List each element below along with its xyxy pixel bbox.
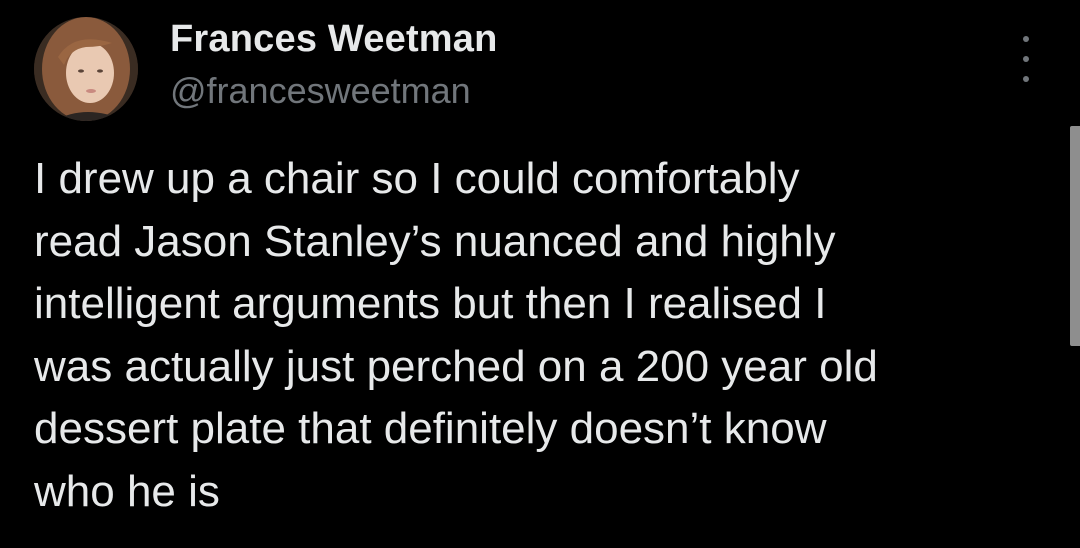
more-options-icon-dot: [1023, 76, 1029, 82]
tweet-text: I drew up a chair so I could comfortably…: [34, 154, 878, 516]
avatar[interactable]: [34, 17, 138, 121]
tweet-card: Frances Weetman @francesweetman I drew u…: [0, 0, 1080, 548]
profile-photo-icon: [34, 17, 138, 121]
more-options-icon: [1023, 36, 1029, 42]
author-display-name[interactable]: Frances Weetman: [170, 18, 498, 61]
more-options-button[interactable]: [1006, 36, 1046, 82]
author-handle[interactable]: @francesweetman: [170, 70, 471, 112]
more-options-icon-dot: [1023, 56, 1029, 62]
scrollbar[interactable]: [1070, 126, 1080, 346]
